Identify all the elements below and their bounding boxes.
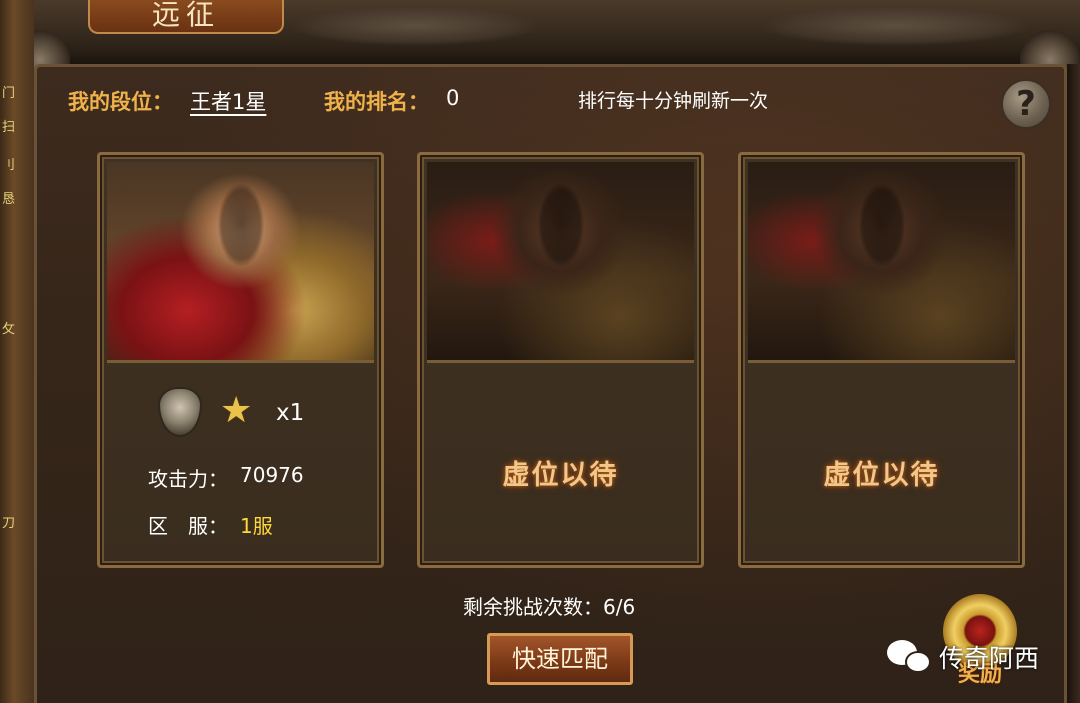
- remaining-label: 剩余挑战次数：: [463, 595, 603, 619]
- wechat-icon: [887, 638, 933, 676]
- side-menu-glyph[interactable]: 刀: [2, 512, 16, 531]
- help-button[interactable]: ?: [1001, 79, 1051, 129]
- help-icon: ?: [1016, 84, 1036, 124]
- side-menu-strip[interactable]: 门 扫 刂 恳 攵 刀: [0, 0, 34, 703]
- opponent-slot[interactable]: 虚位以待: [738, 152, 1025, 568]
- watermark: 传奇阿西: [887, 637, 1039, 677]
- player-card[interactable]: ★ x1 攻击力： 70976 区 服： 1服: [97, 152, 384, 568]
- rank-badge-icon: [158, 387, 202, 437]
- my-tier-value[interactable]: 王者1星: [190, 86, 266, 116]
- my-tier-label: 我的段位：: [68, 90, 173, 114]
- side-menu-glyph[interactable]: 攵: [2, 318, 16, 337]
- side-menu-glyph[interactable]: 门: [2, 82, 16, 101]
- watermark-text: 传奇阿西: [939, 644, 1040, 673]
- attack-label: 攻击力：: [148, 467, 228, 491]
- side-menu-glyph[interactable]: 恳: [2, 188, 16, 207]
- opponent-silhouette: [427, 162, 694, 363]
- side-menu-glyph[interactable]: 扫: [2, 116, 16, 135]
- hero-figure: [806, 180, 957, 360]
- hero-figure: [485, 180, 636, 360]
- hero-figure: [165, 180, 316, 360]
- quick-match-button[interactable]: 快速匹配: [487, 633, 633, 685]
- side-menu-glyph[interactable]: 刂: [2, 154, 16, 173]
- player-portrait: [107, 162, 374, 363]
- attack-value: 70976: [240, 463, 304, 487]
- opponent-silhouette: [748, 162, 1015, 363]
- frame-ornament: [760, 6, 1030, 46]
- frame-ornament: [290, 6, 540, 46]
- server-label: 区 服：: [148, 514, 228, 538]
- window-title: 远征: [88, 0, 284, 34]
- right-frame: [1067, 64, 1080, 703]
- remaining-challenges: 剩余挑战次数：6/6: [463, 591, 635, 620]
- vacant-slot-text: 虚位以待: [823, 460, 940, 491]
- star-icon: ★: [220, 390, 253, 431]
- remaining-value: 6/6: [603, 595, 636, 619]
- star-count: x1: [276, 400, 305, 426]
- my-rank-value: 0: [446, 86, 460, 110]
- server-value: 1服: [240, 514, 273, 538]
- my-rank-label: 我的排名：: [324, 90, 429, 114]
- vacant-slot-text: 虚位以待: [502, 460, 619, 491]
- refresh-note: 排行每十分钟刷新一次: [578, 90, 769, 112]
- opponent-slot[interactable]: 虚位以待: [417, 152, 704, 568]
